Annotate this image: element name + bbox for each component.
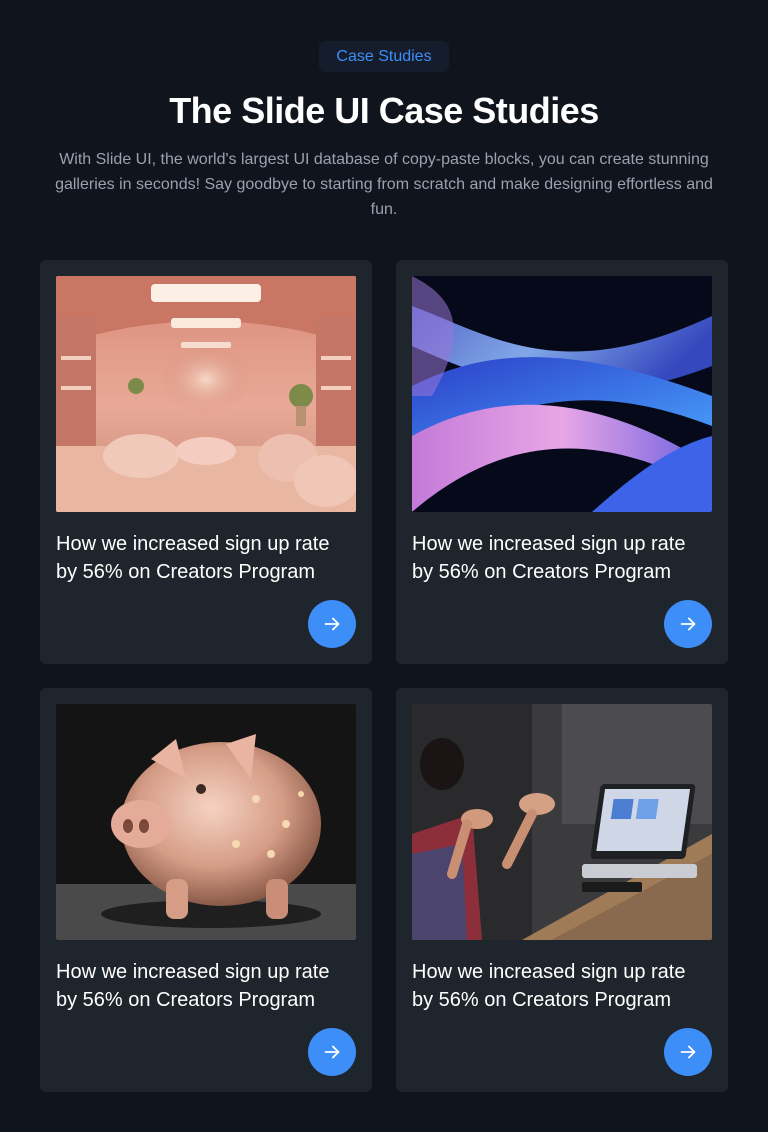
card-title: How we increased sign up rate by 56% on …: [56, 533, 330, 583]
card-image-meeting-laptop: [412, 704, 712, 940]
header-section: Case Studies The Slide UI Case Studies W…: [0, 0, 768, 222]
arrow-right-icon: [680, 1045, 696, 1059]
case-study-grid: How we increased sign up rate by 56% on …: [40, 260, 728, 1092]
card-title: How we increased sign up rate by 56% on …: [412, 961, 686, 1011]
card-arrow-button[interactable]: [308, 1028, 356, 1076]
card-arrow-button[interactable]: [664, 1028, 712, 1076]
page-title: The Slide UI Case Studies: [169, 90, 599, 131]
section-badge: Case Studies: [319, 41, 449, 72]
card-image-pink-store: [56, 276, 356, 512]
card-arrow-button[interactable]: [308, 600, 356, 648]
arrow-right-icon: [680, 617, 696, 631]
case-study-card[interactable]: How we increased sign up rate by 56% on …: [396, 688, 728, 1092]
case-study-card[interactable]: How we increased sign up rate by 56% on …: [40, 260, 372, 664]
arrow-right-icon: [324, 1045, 340, 1059]
case-study-card[interactable]: How we increased sign up rate by 56% on …: [40, 688, 372, 1092]
case-study-card[interactable]: How we increased sign up rate by 56% on …: [396, 260, 728, 664]
card-image-abstract-waves: [412, 276, 712, 512]
card-title: How we increased sign up rate by 56% on …: [412, 533, 686, 583]
arrow-right-icon: [324, 617, 340, 631]
card-arrow-button[interactable]: [664, 600, 712, 648]
page-subtitle: With Slide UI, the world's largest UI da…: [55, 151, 713, 218]
card-title: How we increased sign up rate by 56% on …: [56, 961, 330, 1011]
card-image-piggy-bank: [56, 704, 356, 940]
